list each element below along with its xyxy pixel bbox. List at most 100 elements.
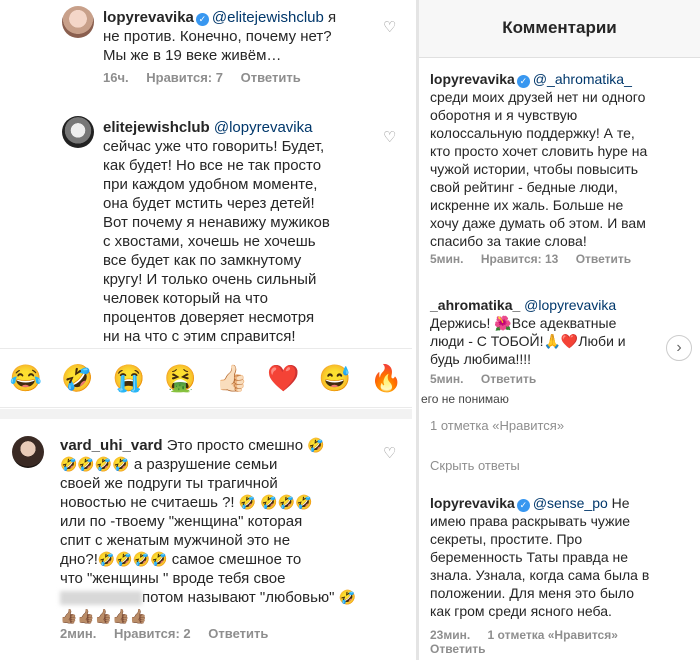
thumbs-up-emoji-icon: 👍🏽👍🏽👍🏽👍🏽👍🏽 [60, 608, 148, 624]
comment-meta: 2мин. Нравится: 2 Ответить [60, 626, 282, 641]
comment-line: она будет мстить через детей! [103, 195, 315, 212]
heart-icon[interactable]: ♡ [383, 128, 396, 146]
comments-header: Комментарии [419, 0, 700, 58]
comment-line: спит с женатым мужчиной это не [60, 532, 291, 549]
emoji-thumbsup-button[interactable]: 👍🏻 [215, 361, 249, 395]
comment-meta: 16ч. Нравится: 7 Ответить [103, 70, 315, 85]
hide-replies-button[interactable]: Скрыть ответы [430, 458, 520, 473]
flower-emoji-icon: 🌺 [494, 315, 512, 331]
chevron-right-icon[interactable]: › [666, 335, 692, 361]
comment-username[interactable]: lopyrevavika [103, 9, 194, 26]
comment-line: Держись! [430, 315, 495, 331]
comment-line: оборотня и я чувствую [430, 107, 578, 123]
avatar[interactable] [12, 436, 44, 468]
emoji-sob-button[interactable]: 😭 [112, 361, 146, 395]
comment-line: или по -твоему "женщина" которая [60, 513, 303, 530]
comment-line: хочу даже думать об этом. И вам [430, 215, 646, 231]
emoji-joy-button[interactable]: 😂 [9, 361, 43, 395]
comment-likes[interactable]: Нравится: 2 [114, 626, 191, 641]
comment-line: своей же подруги ты трагичной [60, 475, 278, 492]
comment-line: секреты, простите. Про [430, 531, 583, 547]
emoji-vomit-button[interactable]: 🤮 [163, 361, 197, 395]
pray-heart-emoji-icon: 🙏❤️ [543, 333, 579, 349]
comment-line: процентов доверяет несмотря [103, 309, 315, 326]
comment-line: а разрушение семьи [129, 456, 278, 473]
avatar[interactable] [62, 116, 94, 148]
section-divider [0, 409, 412, 419]
heart-icon[interactable]: ♡ [383, 18, 396, 36]
reply-button[interactable]: Ответить [576, 252, 631, 266]
blurred-text [60, 591, 142, 606]
comment-meta: 5мин. Ответить [430, 372, 550, 386]
comment-text: я [323, 9, 337, 26]
emoji-fire-button[interactable]: 🔥 [369, 361, 403, 395]
comment-line: человек который на что [103, 290, 268, 307]
comment-line: спасибо за такие слова! [430, 233, 587, 249]
comment-line: ни на что с этим справится! [103, 328, 296, 345]
comment-username[interactable]: lopyrevavika [430, 71, 515, 87]
comment-line: положении. Для меня это было [430, 585, 635, 601]
comment-mention[interactable]: @elitejewishclub [212, 9, 324, 26]
comment-likes[interactable]: Нравится: 7 [146, 70, 223, 85]
comment-line: чужой истории, чтобы повысить [430, 161, 639, 177]
comment-body: elitejewishclub @lopyrevavika сейчас уже… [103, 118, 393, 346]
comment-likes[interactable]: 1 отметка «Нравится» [488, 628, 618, 642]
comment-line: как гром среди ясного неба. [430, 603, 612, 619]
reply-button[interactable]: Ответить [208, 626, 268, 641]
emoji-heart-button[interactable]: ❤️ [266, 361, 300, 395]
comment-line: знала. Узнала, когда сама была в [430, 567, 650, 583]
rofl-emoji-icon: 🤣🤣🤣🤣 [97, 551, 168, 567]
emoji-sweat-smile-button[interactable]: 😅 [318, 361, 352, 395]
comment-line: что "женщины " вроде тебя свое [60, 570, 286, 587]
comment-line: Не [607, 495, 630, 511]
comment-username[interactable]: _ahromatika_ [430, 297, 520, 313]
comment-line: сейчас уже что говорить! Будет, [103, 138, 325, 155]
comment-mention[interactable]: @sense_po [533, 495, 608, 511]
comment-likes[interactable]: Нравится: 13 [481, 252, 559, 266]
comment-time: 2мин. [60, 626, 97, 641]
comment-body: vard_uhi_vard Это просто смешно 🤣 🤣🤣🤣🤣 а… [60, 436, 400, 626]
comment-line: с хвостами, хочешь не хочешь [103, 233, 316, 250]
comment-username[interactable]: vard_uhi_vard [60, 437, 163, 454]
emoji-reaction-bar: 😂 🤣 😭 🤮 👍🏻 ❤️ 😅 🔥 [0, 348, 412, 408]
comment-mention[interactable]: @_ahromatika_ [533, 71, 632, 87]
comment-body: _ahromatika_ @lopyrevavika Держись! 🌺Все… [430, 296, 670, 368]
comment-time: 16ч. [103, 70, 129, 85]
left-comments-panel: lopyrevavika ✓ @elitejewishclub я не проти… [0, 0, 412, 660]
comment-text: Мы же в 19 веке живём… [103, 47, 282, 64]
comment-line: Вот почему я ненавижу мужиков [103, 214, 330, 231]
comment-mention[interactable]: @lopyrevavika [524, 297, 616, 313]
comment-text: не против. Конечно, почему нет? [103, 28, 332, 45]
comment-line: кто просто хочет словить hype на [430, 143, 648, 159]
comment-body: lopyrevavika ✓ @sense_po Не имею права рас… [430, 494, 690, 620]
comment-line: самое смешное то [167, 551, 302, 568]
rofl-emoji-icon: 🤣 [338, 589, 357, 605]
reply-button[interactable]: Ответить [430, 642, 485, 656]
comment-line: Это просто смешно [162, 437, 308, 454]
comment-line: имею права раскрывать чужие [430, 513, 631, 529]
comment-mention[interactable]: @lopyrevavika [214, 119, 313, 136]
avatar[interactable] [62, 6, 94, 38]
comment-time: 5мин. [430, 372, 464, 386]
comment-line: среди моих друзей нет ни одного [430, 89, 646, 105]
comment-line: новостью не считаешь ?! [60, 494, 239, 511]
reply-button[interactable]: Ответить [481, 372, 536, 386]
comment-line: дно?! [60, 551, 98, 568]
emoji-rofl-button[interactable]: 🤣 [60, 361, 94, 395]
comment-username[interactable]: elitejewishclub [103, 119, 210, 136]
comment-time: 23мин. [430, 628, 471, 642]
page-title: Комментарии [502, 18, 617, 37]
comment-line: все будет как по замкнутому [103, 252, 302, 269]
reply-button[interactable]: Ответить [241, 70, 301, 85]
comment-line: беременность Таты правда не [430, 549, 629, 565]
comment-meta: 23мин. 1 отметка «Нравится» Ответить [430, 628, 700, 656]
comment-meta: 5мин. Нравится: 13 Ответить [430, 252, 645, 266]
comment-line: Люби и [578, 333, 626, 349]
heart-icon[interactable]: ♡ [383, 444, 396, 462]
comment-line: как будет! Но все не так просто [103, 157, 322, 174]
comment-line: потом называют "любовью" [142, 589, 339, 606]
comment-username[interactable]: lopyrevavika [430, 495, 515, 511]
likes-count[interactable]: 1 отметка «Нравится» [430, 418, 564, 433]
comment-line: Все адекватные [511, 315, 617, 331]
comment-line: колоссальную поддержку! А те, [430, 125, 635, 141]
